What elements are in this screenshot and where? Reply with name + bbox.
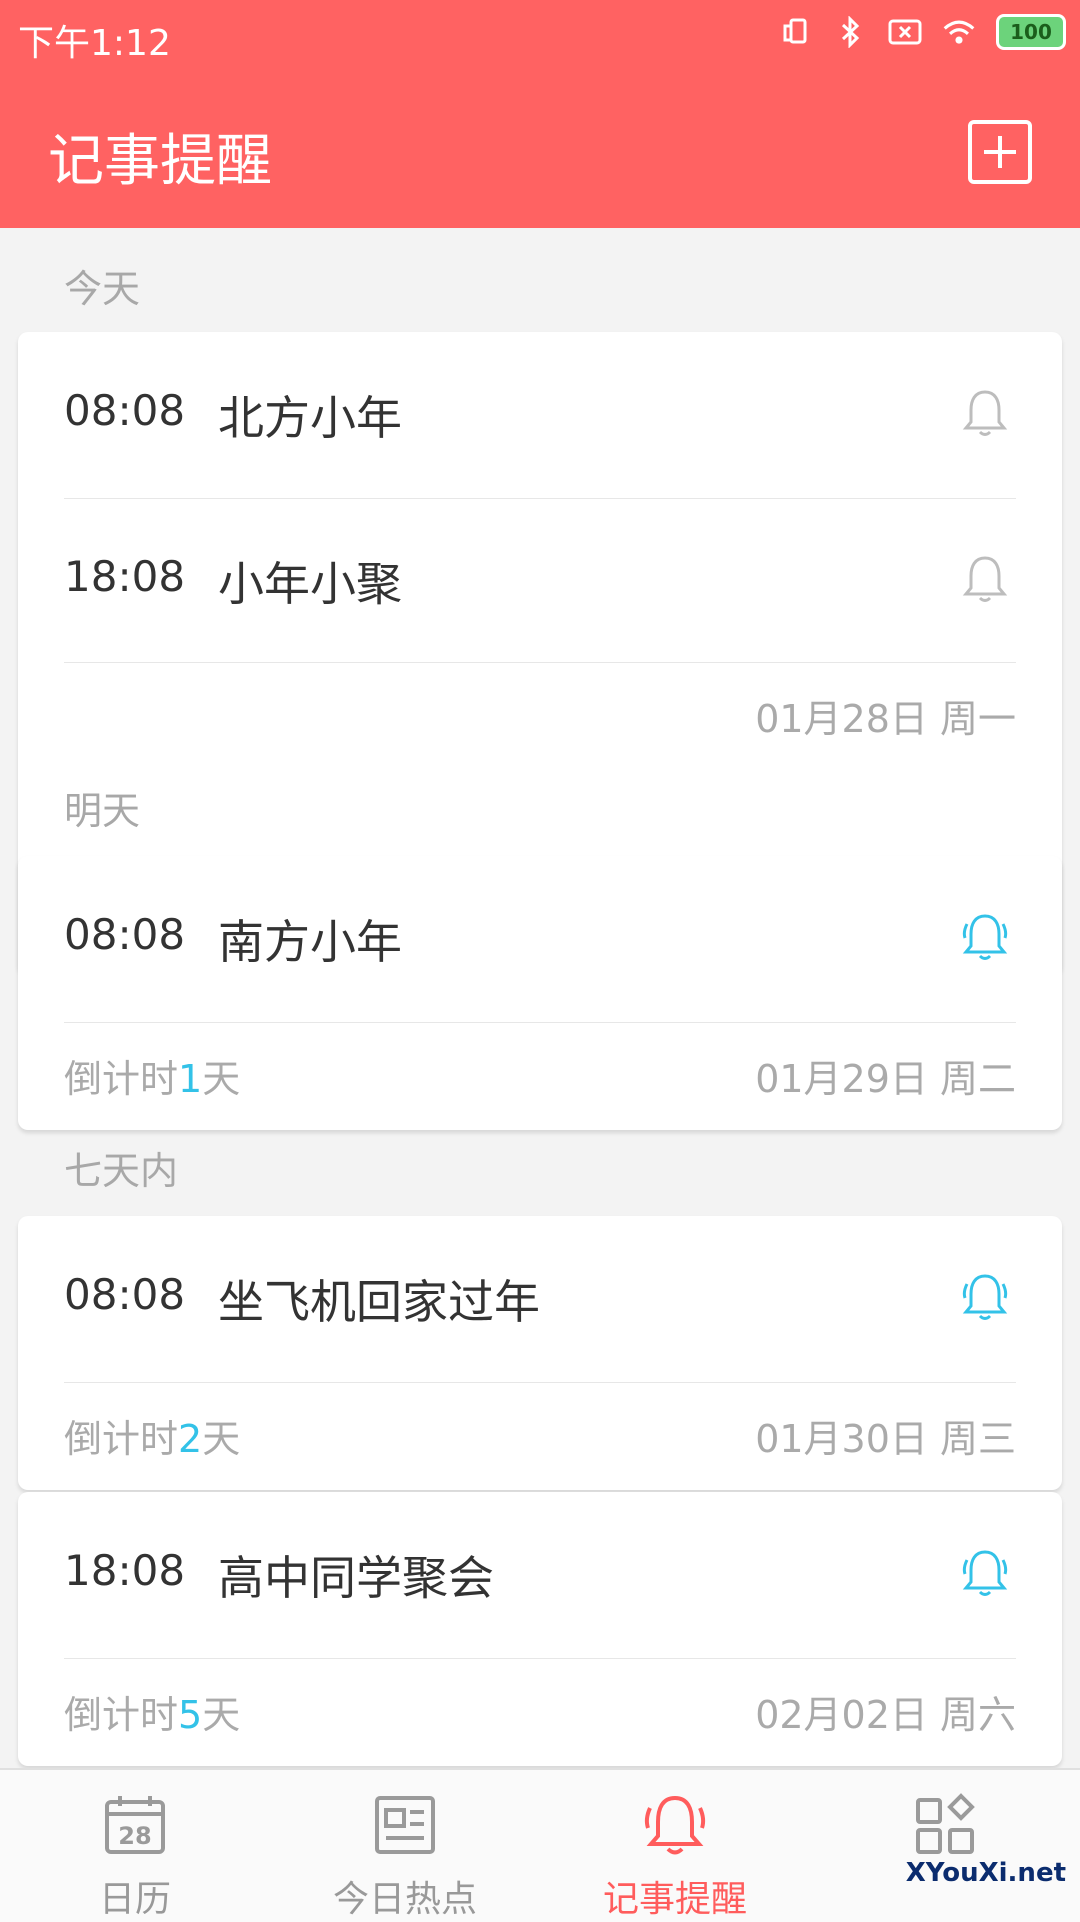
countdown-days: 1 bbox=[178, 1057, 203, 1101]
reminder-card: 08:08 南方小年 倒计时1天 01月29日 周二 bbox=[18, 856, 1062, 1130]
tab-label: 日历 bbox=[98, 1879, 171, 1920]
reminder-card: 08:08 坐飞机回家过年 倒计时2天 01月30日 周三 bbox=[18, 1216, 1062, 1490]
bell-on-icon[interactable] bbox=[962, 912, 1008, 962]
countdown-label: 倒计时5天 bbox=[64, 1693, 241, 1737]
bell-off-icon[interactable] bbox=[962, 388, 1008, 438]
card-divider bbox=[64, 1658, 1016, 1659]
card-divider bbox=[64, 1022, 1016, 1023]
card-footer: 倒计时1天 01月29日 周二 bbox=[18, 1030, 1062, 1106]
apps-icon bbox=[916, 1793, 975, 1854]
reminder-time: 08:08 bbox=[64, 910, 186, 959]
card-divider bbox=[64, 1382, 1016, 1383]
bell-off-icon[interactable] bbox=[962, 554, 1008, 604]
section-label-seven-days: 七天内 bbox=[64, 1149, 179, 1193]
reminder-row[interactable]: 08:08 南方小年 bbox=[18, 856, 1062, 1016]
bottom-tab-bar: 28 日历 今日热点 记事提醒 bbox=[0, 1768, 1080, 1922]
countdown-label: 倒计时2天 bbox=[64, 1417, 241, 1461]
status-bar: 下午1:12 100 bbox=[0, 0, 1080, 74]
tab-more[interactable] bbox=[810, 1770, 1080, 1922]
tab-label: 记事提醒 bbox=[602, 1879, 747, 1920]
reminder-date: 01月28日 周一 bbox=[755, 697, 1016, 741]
reminder-time: 18:08 bbox=[64, 552, 186, 601]
add-reminder-button[interactable] bbox=[968, 120, 1032, 184]
card-footer: 倒计时2天 01月30日 周三 bbox=[18, 1390, 1062, 1466]
reminder-time: 08:08 bbox=[64, 386, 186, 435]
card-divider bbox=[64, 662, 1016, 663]
wifi-icon bbox=[942, 15, 976, 49]
reminder-row[interactable]: 08:08 北方小年 bbox=[18, 332, 1062, 492]
reminder-time: 18:08 bbox=[64, 1546, 186, 1595]
countdown-days: 2 bbox=[178, 1417, 203, 1461]
reminder-title: 小年小聚 bbox=[218, 557, 402, 611]
bell-icon bbox=[644, 1795, 706, 1855]
calendar-icon: 28 bbox=[105, 1796, 165, 1854]
bell-on-icon[interactable] bbox=[962, 1548, 1008, 1598]
sim-icon bbox=[888, 15, 922, 49]
reminder-row[interactable]: 18:08 小年小聚 bbox=[18, 498, 1062, 658]
section-label-tomorrow: 明天 bbox=[64, 789, 141, 833]
reminder-time: 08:08 bbox=[64, 1270, 186, 1319]
countdown-days: 5 bbox=[178, 1693, 203, 1737]
reminder-date: 02月02日 周六 bbox=[755, 1693, 1016, 1737]
status-time: 下午1:12 bbox=[18, 23, 171, 64]
reminder-title: 北方小年 bbox=[218, 391, 402, 445]
reminder-title: 南方小年 bbox=[218, 915, 402, 969]
reminder-date: 01月29日 周二 bbox=[755, 1057, 1016, 1101]
reminder-title: 坐飞机回家过年 bbox=[218, 1275, 540, 1329]
battery-icon: 100 bbox=[996, 14, 1066, 50]
reminder-list[interactable]: 今天 08:08 北方小年 18:08 小年小聚 01月28日 周一 明天 08… bbox=[0, 228, 1080, 1768]
tab-news[interactable]: 今日热点 bbox=[270, 1770, 540, 1922]
reminder-row[interactable]: 18:08 高中同学聚会 bbox=[18, 1492, 1062, 1652]
bluetooth-icon bbox=[834, 15, 868, 49]
reminder-title: 高中同学聚会 bbox=[218, 1551, 494, 1605]
tab-calendar[interactable]: 28 日历 bbox=[0, 1770, 270, 1922]
reminder-row[interactable]: 08:08 坐飞机回家过年 bbox=[18, 1216, 1062, 1376]
calendar-icon-day: 28 bbox=[118, 1822, 151, 1850]
tab-reminders[interactable]: 记事提醒 bbox=[540, 1770, 810, 1922]
section-label-today: 今天 bbox=[64, 267, 141, 311]
vibrate-icon bbox=[780, 15, 814, 49]
app-bar: 记事提醒 bbox=[0, 74, 1080, 228]
countdown-label: 倒计时1天 bbox=[64, 1057, 241, 1101]
reminder-card: 18:08 高中同学聚会 倒计时5天 02月02日 周六 bbox=[18, 1492, 1062, 1766]
page-title: 记事提醒 bbox=[48, 129, 272, 194]
card-footer: 倒计时5天 02月02日 周六 bbox=[18, 1666, 1062, 1742]
tab-label: 今日热点 bbox=[332, 1879, 477, 1920]
reminder-date: 01月30日 周三 bbox=[755, 1417, 1016, 1461]
status-icons: 100 bbox=[780, 14, 1066, 50]
news-icon bbox=[375, 1796, 435, 1854]
card-footer: 01月28日 周一 bbox=[18, 670, 1062, 746]
bell-on-icon[interactable] bbox=[962, 1272, 1008, 1322]
watermark: XYouXi.net bbox=[905, 1858, 1066, 1888]
